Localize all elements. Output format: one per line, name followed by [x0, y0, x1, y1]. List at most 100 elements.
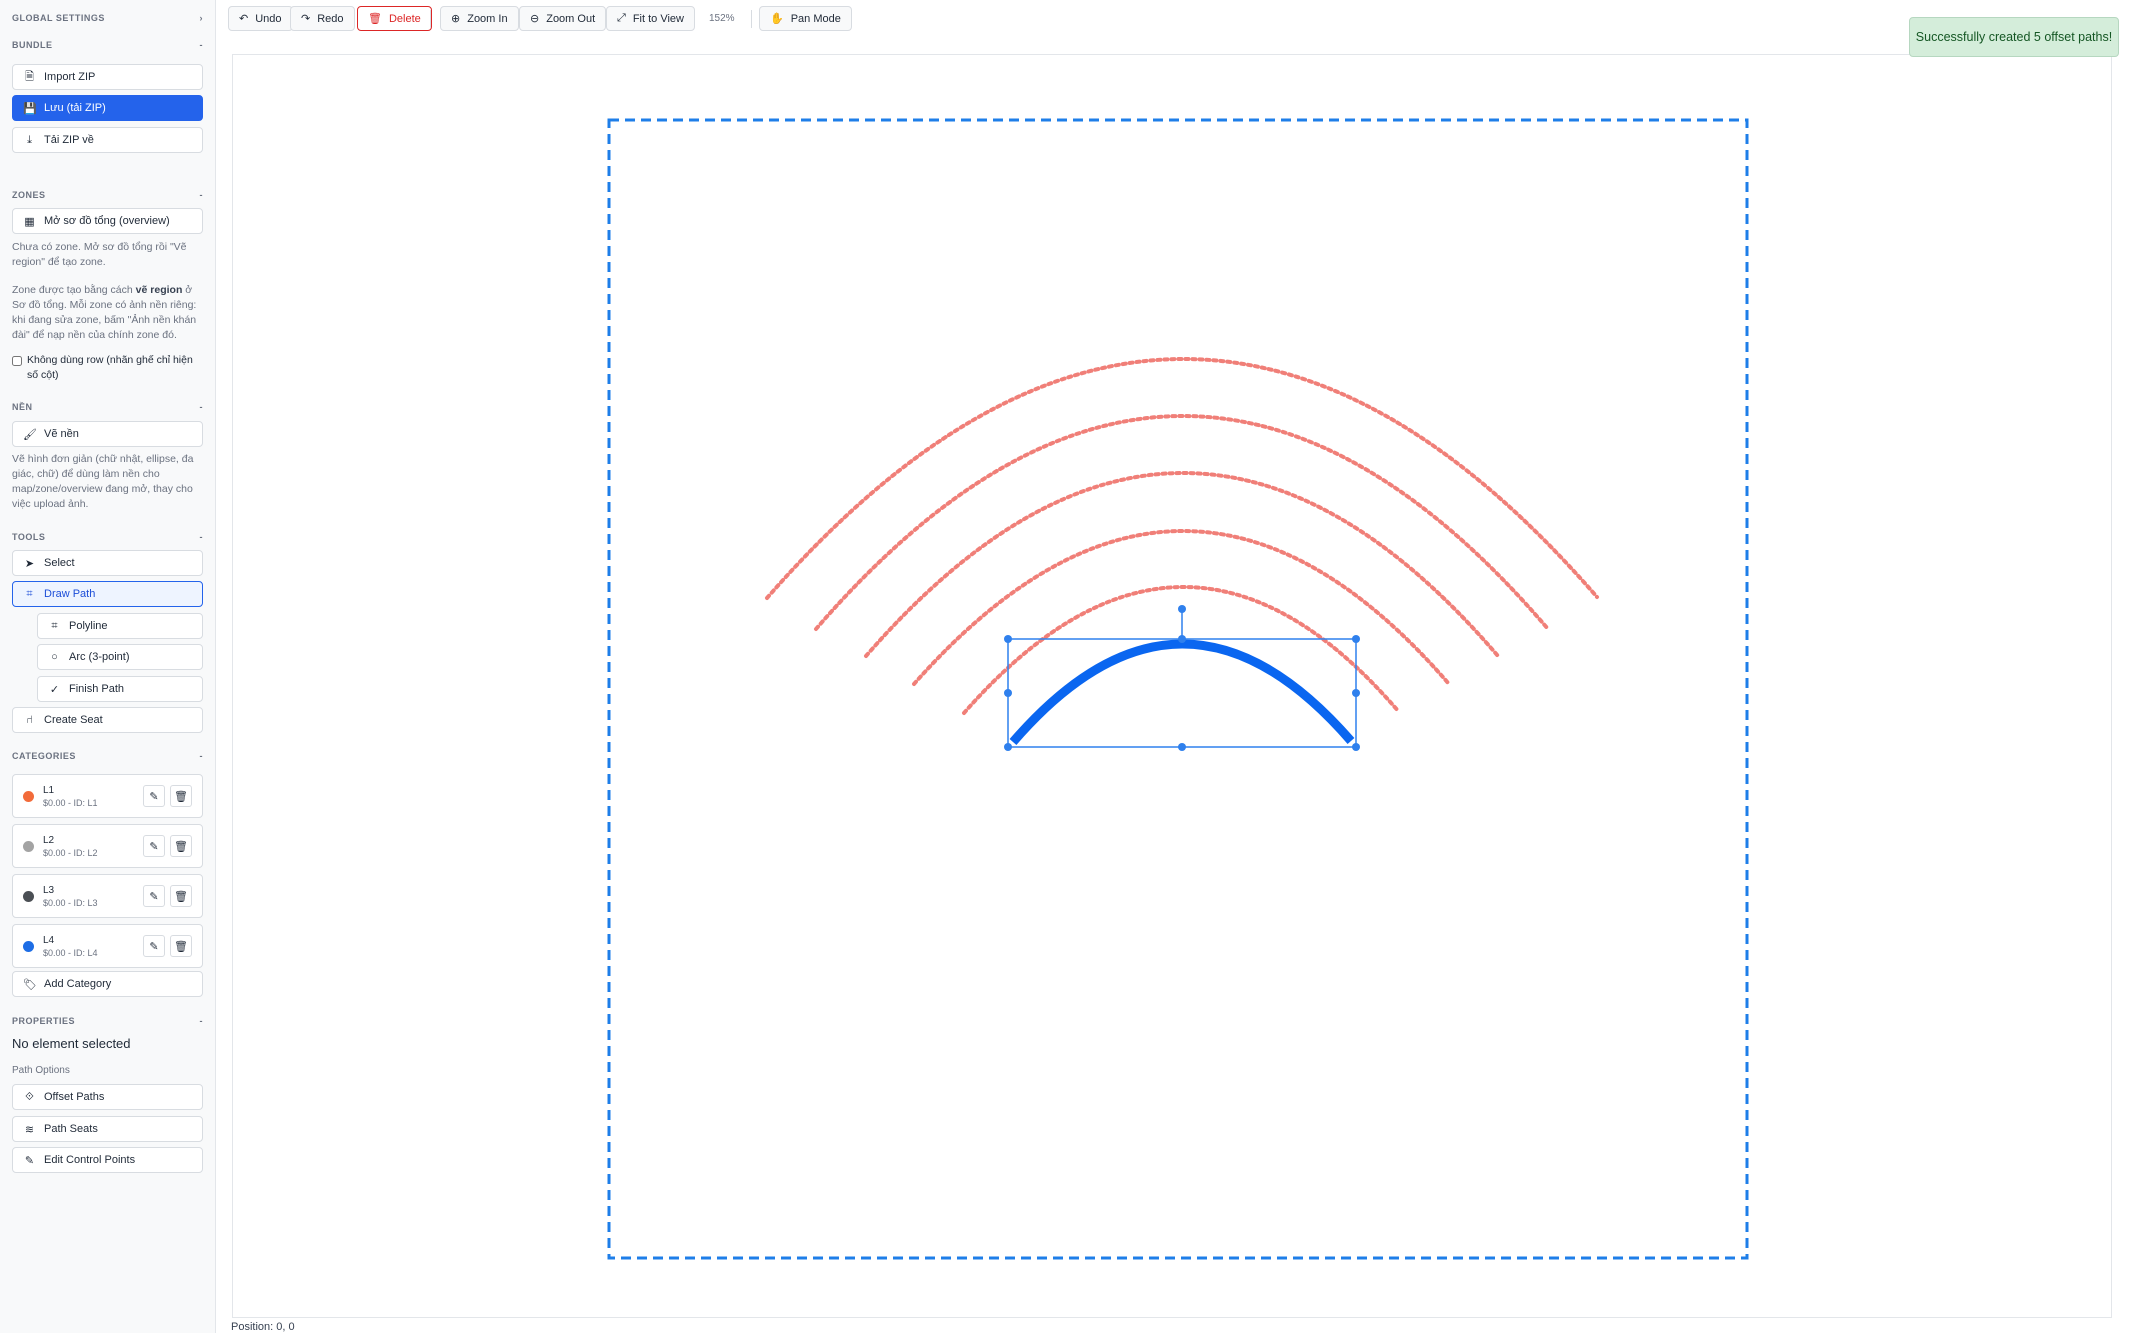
pan-mode-button[interactable]: ✋ Pan Mode — [759, 6, 852, 31]
edit-control-points-button[interactable]: ✎ Edit Control Points — [12, 1147, 203, 1173]
properties-title: PROPERTIES — [12, 1016, 76, 1026]
delete-label: Delete — [388, 12, 421, 25]
edit-control-points-label: Edit Control Points — [44, 1154, 136, 1166]
properties-header[interactable]: PROPERTIES - — [12, 1014, 203, 1028]
tools-title: TOOLS — [12, 532, 46, 542]
path-seats-label: Path Seats — [44, 1123, 98, 1135]
background-title: NỀN — [12, 402, 33, 412]
zoom-out-label: Zoom Out — [546, 12, 596, 25]
draw-path-tool-button[interactable]: ⌗ Draw Path — [12, 581, 203, 607]
zoom-out-button[interactable]: ⊖ Zoom Out — [519, 6, 607, 31]
zoom-in-button[interactable]: ⊕ Zoom In — [440, 6, 519, 31]
fit-label: Fit to View — [632, 12, 684, 25]
edit-icon: ✎ — [24, 1154, 35, 1167]
position-readout: Position: 0, 0 — [231, 1321, 295, 1333]
import-zip-button[interactable]: 🗎 Import ZIP — [12, 64, 203, 90]
offset-paths-label: Offset Paths — [44, 1091, 105, 1103]
zoom-out-icon: ⊖ — [530, 13, 540, 25]
seat-icon: ⑁ — [26, 714, 33, 726]
category-name: L1 — [43, 784, 55, 796]
save-zip-button[interactable]: 💾 Lưu (tải ZIP) — [12, 95, 203, 121]
category-item[interactable]: L2 $0.00 - ID: L2 ✎ 🗑 — [12, 824, 203, 868]
edit-icon[interactable]: ✎ — [143, 885, 165, 907]
category-subtitle: $0.00 - ID: L1 — [43, 797, 98, 808]
layers-icon: ≋ — [24, 1123, 35, 1136]
no-row-option: Không dùng row (nhãn ghế chỉ hiện số cột… — [12, 353, 203, 383]
resize-handle[interactable] — [1352, 743, 1360, 751]
chevron-right-icon: › — [199, 13, 203, 23]
save-zip-label: Lưu (tải ZIP) — [44, 102, 106, 114]
category-item[interactable]: L3 $0.00 - ID: L3 ✎ 🗑 — [12, 874, 203, 918]
resize-handle[interactable] — [1178, 635, 1186, 643]
resize-handle[interactable] — [1004, 743, 1012, 751]
path-seats-button[interactable]: ≋ Path Seats — [12, 1116, 203, 1142]
edit-icon[interactable]: ✎ — [143, 935, 165, 957]
open-overview-button[interactable]: ▦ Mở sơ đồ tổng (overview) — [12, 208, 203, 234]
create-seat-button[interactable]: ⑁ Create Seat — [12, 707, 203, 733]
path-options-label: Path Options — [12, 1065, 70, 1076]
no-selection-text: No element selected — [12, 1036, 131, 1051]
category-subtitle: $0.00 - ID: L4 — [43, 947, 98, 958]
selected-path[interactable] — [1009, 639, 1355, 745]
canvas-area[interactable] — [232, 54, 2112, 1318]
category-item[interactable]: L4 $0.00 - ID: L4 ✎ 🗑 — [12, 924, 203, 968]
zones-title: ZONES — [12, 190, 46, 200]
sidebar: GLOBAL SETTINGS › BUNDLE - 🗎 Import ZIP … — [0, 0, 216, 1333]
resize-handle[interactable] — [1004, 689, 1012, 697]
select-tool-button[interactable]: ➤ Select — [12, 550, 203, 576]
fit-to-view-button[interactable]: ⤢ Fit to View — [606, 6, 695, 31]
bundle-title: BUNDLE — [12, 40, 53, 50]
category-subtitle: $0.00 - ID: L3 — [43, 897, 98, 908]
collapse-icon: - — [199, 190, 203, 200]
edit-icon[interactable]: ✎ — [143, 835, 165, 857]
category-color-dot — [23, 890, 34, 902]
trash-icon[interactable]: 🗑 — [170, 785, 192, 807]
tools-header[interactable]: TOOLS - — [12, 530, 203, 544]
polyline-tool-button[interactable]: ⌗ Polyline — [37, 613, 203, 639]
background-note: Vẽ hình đơn giản (chữ nhật, ellipse, đa … — [12, 453, 194, 510]
rotation-handle[interactable] — [1178, 605, 1186, 613]
background-header[interactable]: NỀN - — [12, 400, 203, 414]
map-icon: ▦ — [24, 215, 35, 228]
select-tool-label: Select — [44, 557, 75, 569]
zone-boundary[interactable] — [607, 118, 1749, 1260]
no-row-checkbox[interactable] — [12, 356, 22, 366]
download-zip-button[interactable]: ⤓ Tải ZIP về — [12, 127, 203, 153]
redo-button[interactable]: ↷ Redo — [290, 6, 355, 31]
redo-icon: ↷ — [301, 13, 311, 25]
resize-handle[interactable] — [1178, 743, 1186, 751]
canvas-svg[interactable] — [233, 55, 2111, 1317]
collapse-icon: - — [199, 751, 203, 761]
redo-label: Redo — [317, 12, 344, 25]
trash-icon[interactable]: 🗑 — [170, 885, 192, 907]
add-category-button[interactable]: 🏷 Add Category — [12, 971, 203, 997]
resize-handle[interactable] — [1352, 689, 1360, 697]
category-item[interactable]: L1 $0.00 - ID: L1 ✎ 🗑 — [12, 774, 203, 818]
offset-paths-button[interactable]: ⟐ Offset Paths — [12, 1084, 203, 1110]
global-settings-header[interactable]: GLOBAL SETTINGS › — [12, 11, 203, 25]
resize-handle[interactable] — [1004, 635, 1012, 643]
zones-header[interactable]: ZONES - — [12, 188, 203, 202]
fit-icon: ⤢ — [617, 12, 626, 24]
edit-icon[interactable]: ✎ — [143, 785, 165, 807]
bundle-header[interactable]: BUNDLE - — [12, 38, 203, 52]
trash-icon: 🗑 — [368, 13, 382, 25]
trash-icon[interactable]: 🗑 — [170, 935, 192, 957]
download-icon: ⤓ — [27, 133, 32, 146]
circle-icon: ○ — [51, 651, 58, 663]
offset-icon: ⟐ — [25, 1090, 34, 1103]
categories-header[interactable]: CATEGORIES - — [12, 749, 203, 763]
arc-tool-button[interactable]: ○ Arc (3-point) — [37, 644, 203, 670]
offset-path[interactable] — [765, 357, 1599, 600]
category-name: L3 — [43, 884, 55, 896]
import-zip-label: Import ZIP — [44, 71, 96, 83]
trash-icon[interactable]: 🗑 — [170, 835, 192, 857]
finish-path-button[interactable]: ✓ Finish Path — [37, 676, 203, 702]
draw-background-button[interactable]: 🖌 Vẽ nền — [12, 421, 203, 447]
undo-button[interactable]: ↶ Undo — [228, 6, 293, 31]
finish-path-label: Finish Path — [69, 683, 125, 695]
resize-handle[interactable] — [1352, 635, 1360, 643]
collapse-icon: - — [199, 1016, 203, 1026]
delete-button[interactable]: 🗑 Delete — [357, 6, 432, 31]
no-row-label: Không dùng row (nhãn ghế chỉ hiện số cột… — [27, 354, 193, 381]
